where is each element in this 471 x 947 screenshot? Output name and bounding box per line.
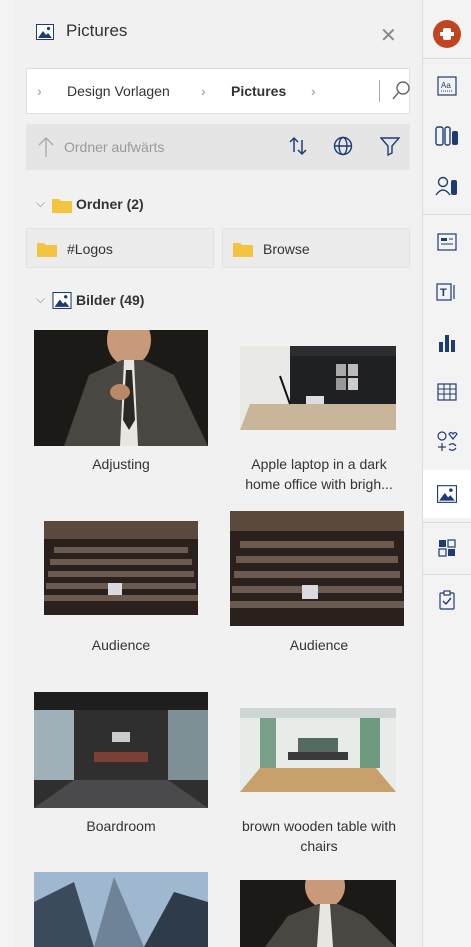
svg-text:Aa: Aa: [441, 81, 451, 90]
breadcrumb: › Design Vorlagen › Pictures ›: [26, 68, 410, 114]
folder-icon: [52, 199, 72, 213]
pictures-glyph: [437, 485, 457, 503]
pictures-icon[interactable]: [423, 470, 471, 518]
images-section-label: Bilder (49): [76, 292, 145, 308]
chevron-down-icon: ⌵: [36, 196, 46, 210]
caption-line: chairs: [300, 838, 338, 854]
text-styles-glyph: Aa: [437, 76, 457, 96]
chart-glyph: [439, 335, 455, 352]
search-icon[interactable]: [391, 80, 411, 102]
folder-label: Browse: [263, 241, 310, 257]
image-preview: [240, 708, 396, 792]
image-thumbnail-apple-laptop[interactable]: [240, 346, 396, 430]
folder-icon: [37, 243, 57, 257]
table-glyph: [437, 383, 457, 401]
folder-up-button[interactable]: Ordner aufwärts: [64, 139, 164, 155]
right-toolbar: Aa T: [423, 0, 471, 947]
folder-toolbar: Ordner aufwärts: [26, 124, 410, 170]
image-preview: [34, 330, 208, 446]
slide-elements-icon[interactable]: [423, 112, 471, 160]
folder-icon: [233, 243, 253, 257]
caption-line: brown wooden table with: [241, 818, 397, 834]
folder-item-logos[interactable]: #Logos: [26, 228, 214, 268]
picture-icon: [52, 292, 72, 309]
chevron-right-icon: ›: [37, 83, 42, 99]
image-caption: Boardroom: [86, 818, 156, 834]
slide-elements-glyph: [435, 126, 458, 146]
image-thumbnail-adjusting-2[interactable]: [240, 880, 396, 947]
image-caption: Audience: [289, 637, 349, 653]
text-styles-icon[interactable]: Aa: [423, 62, 471, 110]
people-icon[interactable]: [423, 162, 471, 210]
chevron-right-icon: ›: [201, 83, 206, 99]
divider: [423, 574, 471, 575]
breadcrumb-item-design-vorlagen[interactable]: Design Vorlagen: [67, 83, 170, 99]
images-section-header[interactable]: ⌵ Bilder (49): [36, 292, 236, 312]
panel-header: Pictures ✕: [14, 0, 422, 64]
agenda-icon[interactable]: [423, 218, 471, 266]
breadcrumb-item-pictures[interactable]: Pictures: [231, 83, 286, 99]
image-preview: [44, 521, 198, 615]
image-caption: brown wooden table with chairs: [224, 816, 414, 856]
image-thumbnail-buildings[interactable]: [34, 872, 208, 947]
image-thumbnail-audience-2[interactable]: [230, 511, 404, 626]
add-in-icon[interactable]: [423, 10, 471, 58]
image-thumbnail-adjusting[interactable]: [34, 330, 208, 446]
people-glyph: [435, 176, 457, 196]
image-caption: Adjusting: [92, 456, 150, 472]
divider: [423, 58, 471, 59]
picture-icon: [36, 24, 54, 40]
image-preview: [34, 692, 208, 808]
image-preview: [34, 872, 208, 947]
table-icon[interactable]: [423, 368, 471, 416]
pictures-panel: Pictures ✕ › Design Vorlagen › Pictures …: [14, 0, 423, 947]
folders-section-header[interactable]: ⌵ Ordner (2): [36, 196, 236, 216]
image-thumbnail-boardroom[interactable]: [34, 692, 208, 808]
checklist-glyph: [439, 590, 455, 610]
svg-text:T: T: [440, 287, 447, 299]
folders-section-label: Ordner (2): [76, 196, 144, 212]
panel-title: Pictures: [66, 21, 128, 40]
image-preview: [230, 511, 404, 626]
layout-glyph: [438, 539, 456, 557]
image-preview: [240, 346, 396, 430]
chart-icon[interactable]: [423, 318, 471, 366]
close-icon[interactable]: ✕: [380, 23, 397, 48]
agenda-glyph: [437, 233, 457, 251]
add-in-icon-glyph: [433, 20, 461, 48]
caption-line: Apple laptop in a dark: [251, 456, 387, 472]
folder-item-browse[interactable]: Browse: [222, 228, 410, 268]
image-caption: Audience: [91, 637, 151, 653]
globe-icon[interactable]: [333, 136, 353, 156]
arrow-up-icon[interactable]: [38, 136, 54, 158]
divider: [379, 80, 380, 102]
chevron-right-icon[interactable]: ›: [311, 83, 316, 99]
chevron-down-icon: ⌵: [36, 292, 46, 306]
text-box-glyph: T: [436, 283, 455, 301]
layout-icon[interactable]: [423, 524, 471, 572]
checklist-icon[interactable]: [423, 576, 471, 624]
text-box-icon[interactable]: T: [423, 268, 471, 316]
image-preview: [240, 880, 396, 947]
caption-line: home office with brigh...: [245, 476, 393, 492]
divider: [423, 522, 471, 523]
divider: [423, 214, 471, 215]
symbols-icon[interactable]: [423, 418, 471, 466]
symbols-glyph: [437, 431, 458, 451]
image-thumbnail-audience[interactable]: [44, 521, 198, 615]
sort-icon[interactable]: [289, 136, 307, 156]
folder-label: #Logos: [67, 241, 113, 257]
filter-icon[interactable]: [380, 136, 400, 156]
image-caption: Apple laptop in a dark home office with …: [224, 454, 414, 494]
image-thumbnail-wooden-table[interactable]: [240, 708, 396, 792]
